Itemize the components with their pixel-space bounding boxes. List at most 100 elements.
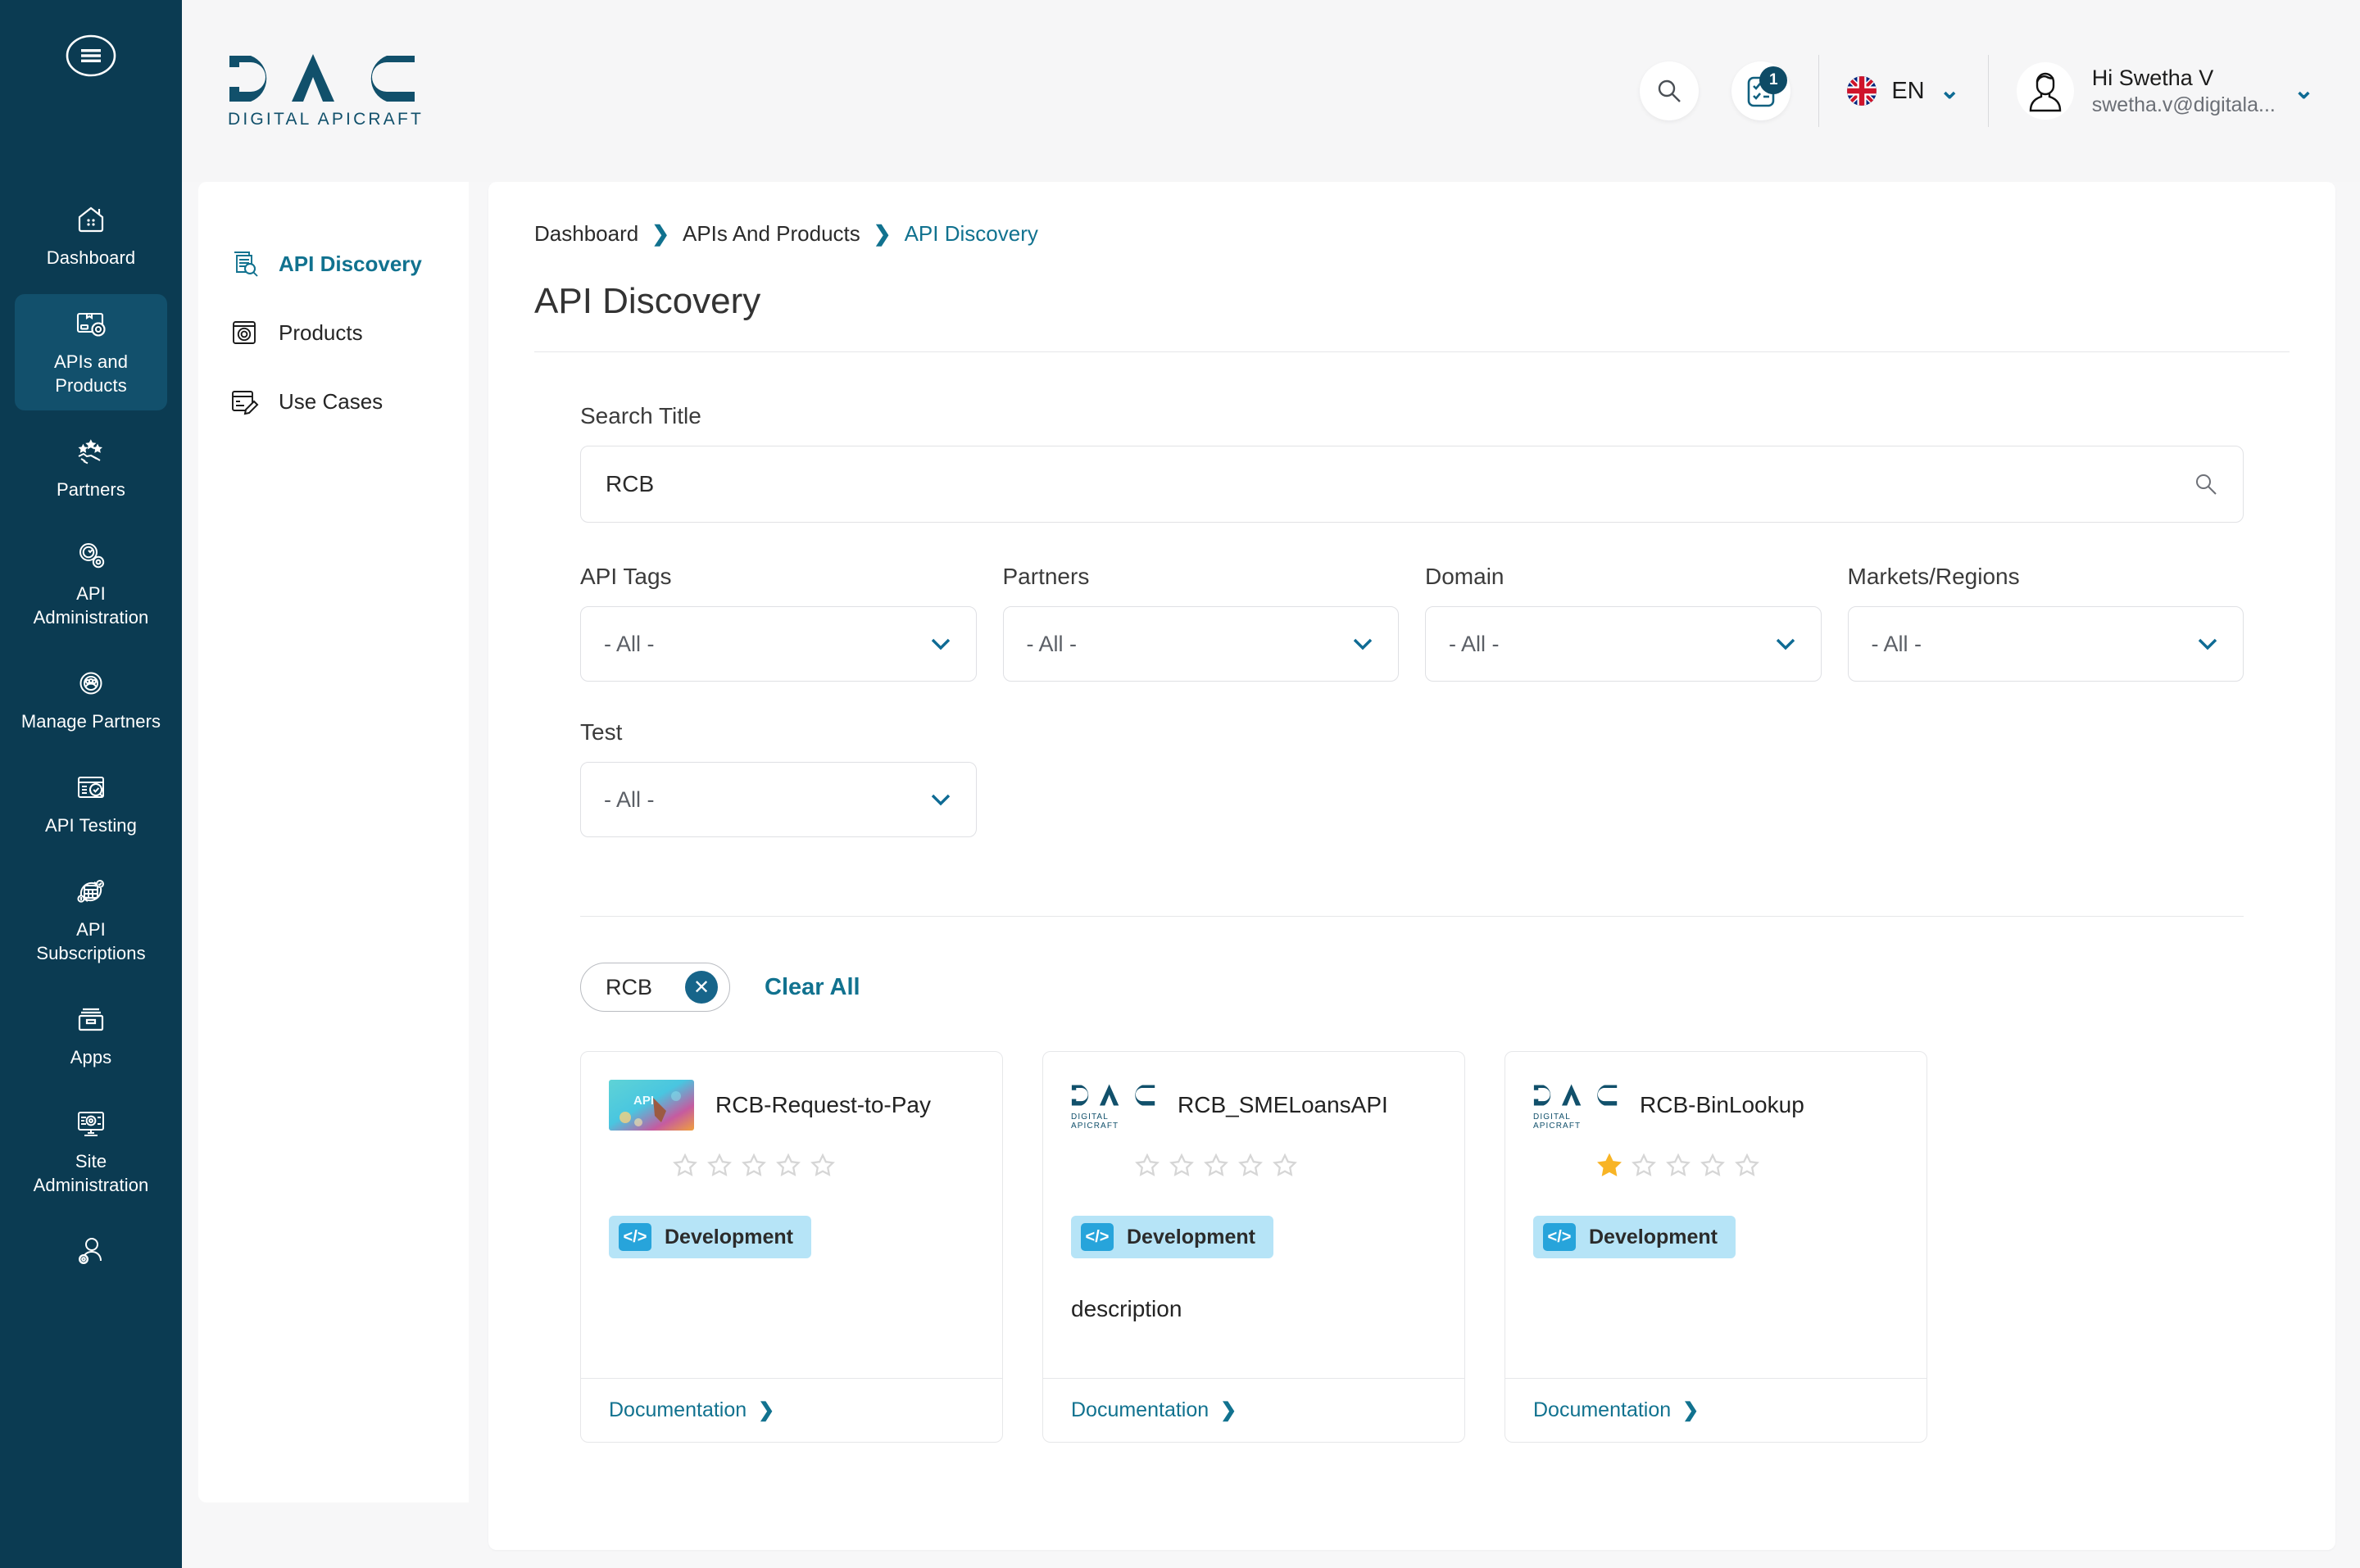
breadcrumb-item-dashboard[interactable]: Dashboard [534, 221, 638, 247]
breadcrumb-item-api-discovery[interactable]: API Discovery [905, 221, 1038, 247]
api-card[interactable]: DIGITAL APICRAFT RCB-BinLookup </> Devel… [1504, 1051, 1927, 1443]
api-card[interactable]: DIGITAL APICRAFT RCB_SMELoansAPI </> Dev… [1042, 1051, 1465, 1443]
star-icon[interactable] [1664, 1152, 1692, 1180]
star-icon[interactable] [1133, 1152, 1161, 1180]
markets-regions-select[interactable]: - All - [1847, 606, 2244, 682]
language-selector[interactable]: EN ⌄ [1847, 76, 1960, 106]
status-badge: </> Development [1071, 1216, 1273, 1258]
sidebar-item-label: Products [279, 319, 363, 345]
breadcrumb: Dashboard ❯ APIs And Products ❯ API Disc… [534, 221, 2290, 247]
search-icon[interactable] [2194, 472, 2218, 496]
sidebar-item-api-subscriptions[interactable]: API Subscriptions [15, 862, 167, 978]
star-icon[interactable] [1699, 1152, 1727, 1180]
documentation-link[interactable]: Documentation ❯ [581, 1378, 1002, 1442]
sidebar-item-partners[interactable]: Partners [15, 422, 167, 514]
header-actions: 1 EN ⌄ Hi Swetha V swetha.v@digitala... … [1640, 55, 2314, 127]
filter-row-2: Test - All - [580, 719, 2244, 837]
partners-select[interactable]: - All - [1002, 606, 1399, 682]
card-title: RCB-BinLookup [1640, 1092, 1804, 1117]
primary-sidebar: Dashboard APIs and Products Partners API… [0, 0, 182, 1568]
products-gear-icon [233, 321, 256, 344]
star-icon[interactable] [740, 1152, 768, 1180]
sidebar-item-manage-partners[interactable]: Manage Partners [15, 654, 167, 746]
star-icon[interactable] [706, 1152, 733, 1180]
brand-logo[interactable]: DIGITAL APICRAFT [211, 52, 424, 129]
chevron-right-icon: ❯ [1220, 1399, 1237, 1421]
filter-label: Partners [1002, 564, 1090, 589]
sidebar-item-label: Partners [57, 479, 125, 500]
filter-partners: Partners - All - [1002, 564, 1399, 682]
notifications-button[interactable]: 1 [1731, 61, 1791, 120]
sidebar-item-label: API Administration [33, 583, 149, 628]
sidebar-item-dashboard[interactable]: Dashboard [15, 190, 167, 283]
star-icon[interactable] [774, 1152, 802, 1180]
sidebar-item-products[interactable]: Products [198, 298, 469, 367]
notification-badge: 1 [1759, 66, 1788, 94]
avatar-icon [2029, 72, 2061, 112]
filter-test: Test - All - [580, 719, 977, 837]
documentation-label: Documentation [1533, 1398, 1672, 1421]
star-icon[interactable] [1630, 1152, 1658, 1180]
sidebar-item-label: Dashboard [46, 247, 136, 268]
documentation-link[interactable]: Documentation ❯ [1043, 1378, 1464, 1442]
dashboard-icon [73, 202, 109, 238]
search-title-field[interactable] [580, 446, 2244, 523]
close-icon[interactable]: ✕ [685, 971, 719, 1004]
sidebar-item-site-administration[interactable]: Site Administration [15, 1094, 167, 1210]
content-area: API Discovery Products Use Cases Dashboa… [182, 182, 2360, 1568]
rating-stars[interactable] [1595, 1152, 1899, 1180]
sidebar-item-use-cases[interactable]: Use Cases [198, 367, 469, 436]
chevron-right-icon: ❯ [1682, 1399, 1700, 1421]
chevron-down-icon [1776, 638, 1795, 650]
star-icon[interactable] [1237, 1152, 1264, 1180]
card-header: API RCB-Request-to-Pay [609, 1080, 974, 1131]
search-title-label: Search Title [580, 403, 701, 428]
star-icon[interactable] [1202, 1152, 1230, 1180]
chevron-down-icon [1353, 638, 1373, 650]
sidebar-item-apis-and-products[interactable]: APIs and Products [15, 294, 167, 410]
sidebar-item-api-administration[interactable]: API Administration [15, 526, 167, 642]
page-title: API Discovery [534, 281, 761, 321]
breadcrumb-item-apis-and-products[interactable]: APIs And Products [683, 221, 860, 247]
apps-archive-icon [73, 1001, 109, 1037]
star-icon[interactable] [1733, 1152, 1761, 1180]
header-divider-2 [1987, 55, 1989, 127]
user-menu[interactable]: Hi Swetha V swetha.v@digitala... ⌄ [2016, 62, 2314, 120]
api-discovery-panel: Dashboard ❯ APIs And Products ❯ API Disc… [488, 182, 2335, 1550]
api-card[interactable]: API RCB-Request-to-Pay </> Development D… [580, 1051, 1003, 1443]
star-icon[interactable] [1168, 1152, 1196, 1180]
sidebar-item-label: Manage Partners [20, 711, 161, 732]
clear-all-button[interactable]: Clear All [765, 974, 860, 1001]
applied-filter-chip[interactable]: RCB ✕ [580, 963, 731, 1012]
chevron-down-icon [2198, 638, 2217, 650]
dac-logo-thumbnail: DIGITAL APICRAFT [1533, 1080, 1618, 1131]
card-title: RCB-Request-to-Pay [715, 1092, 931, 1117]
sidebar-item-api-testing[interactable]: API Testing [15, 758, 167, 850]
select-value: - All - [604, 786, 655, 812]
search-input[interactable] [606, 471, 2194, 497]
rating-stars[interactable] [671, 1152, 974, 1180]
sidebar-item-api-discovery[interactable]: API Discovery [198, 229, 469, 298]
api-tags-select[interactable]: - All - [580, 606, 977, 682]
sidebar-item-label: API Testing [45, 815, 137, 836]
svg-text:API: API [633, 1094, 654, 1108]
hamburger-menu-button[interactable] [63, 28, 119, 84]
test-select[interactable]: - All - [580, 762, 977, 837]
apis-products-icon [73, 306, 109, 342]
sidebar-item-apps[interactable]: Apps [15, 990, 167, 1082]
use-cases-pencil-icon [232, 391, 259, 415]
star-icon[interactable] [809, 1152, 837, 1180]
user-info: Hi Swetha V swetha.v@digitala... [2092, 64, 2276, 118]
star-icon[interactable] [1271, 1152, 1299, 1180]
sidebar-item-user-settings[interactable] [15, 1221, 167, 1290]
star-icon[interactable] [671, 1152, 699, 1180]
sidebar-item-label: API Discovery [279, 251, 422, 276]
domain-select[interactable]: - All - [1425, 606, 1822, 682]
card-body: DIGITAL APICRAFT RCB-BinLookup </> Devel… [1505, 1052, 1927, 1378]
search-button[interactable] [1640, 61, 1700, 120]
rating-stars[interactable] [1133, 1152, 1436, 1180]
documentation-link[interactable]: Documentation ❯ [1505, 1378, 1927, 1442]
chevron-down-icon: ⌄ [1939, 77, 1960, 104]
star-icon[interactable] [1595, 1152, 1623, 1180]
sidebar-item-label: API Subscriptions [36, 919, 146, 963]
